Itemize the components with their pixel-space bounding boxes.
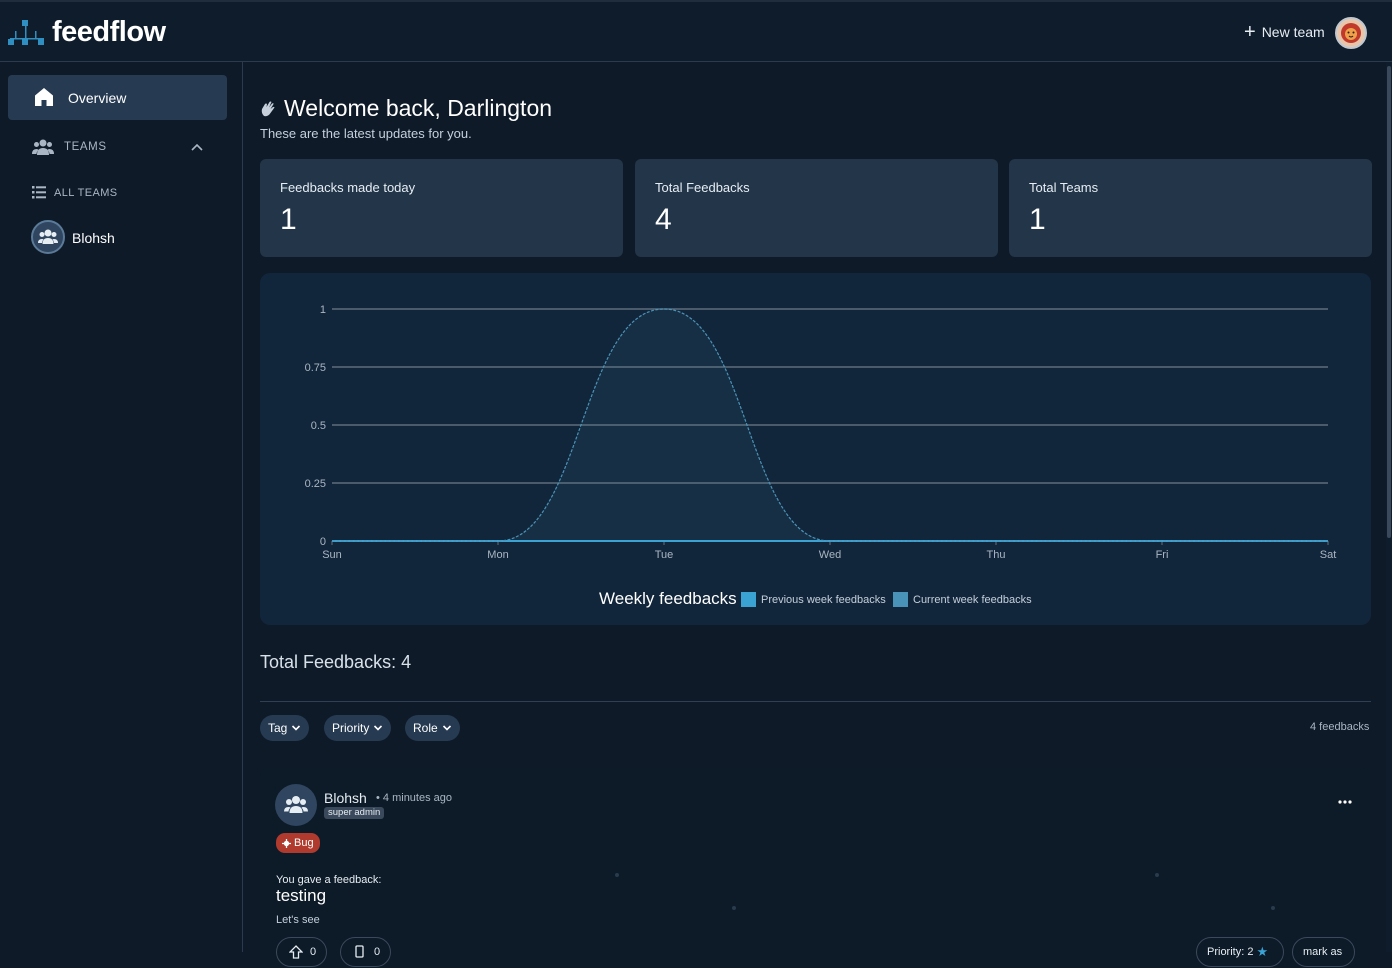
x-tick-label: Fri [1156,549,1169,561]
users-icon [32,138,54,156]
comment-count: 0 [374,946,380,958]
feedbacks-section-title: Total Feedbacks: 4 [260,652,411,673]
stat-value: 1 [280,203,297,237]
list-icon [32,186,46,199]
all-teams-label: ALL TEAMS [54,187,118,199]
upvote-button[interactable]: 0 [276,937,327,967]
chevron-down-icon [442,723,452,733]
scrollbar-thumb[interactable] [1387,66,1391,538]
background-dot [732,906,736,910]
post-team-avatar[interactable] [275,784,317,826]
teams-section-label: TEAMS [64,141,107,153]
stat-value: 1 [1029,203,1046,237]
stat-card-total-feedbacks: Total Feedbacks 4 [635,159,998,257]
x-tick-label: Sun [322,549,342,561]
legend-swatch [741,592,756,607]
x-tick-label: Thu [987,549,1006,561]
post-timestamp: • 4 minutes ago [376,792,452,804]
background-dot [615,873,619,877]
post-body: Let's see [276,914,320,926]
post-title: testing [276,886,326,906]
divider [260,701,1371,702]
upvote-count: 0 [310,946,316,958]
post-author[interactable]: Blohsh [324,790,367,806]
filter-label: Role [413,721,438,735]
stat-value: 4 [655,203,672,237]
x-tick-label: Wed [819,549,841,561]
stat-label: Total Teams [1029,180,1098,195]
background-dot [1271,906,1275,910]
feedbacks-count: 4 feedbacks [1310,721,1369,733]
chevron-up-icon[interactable] [190,140,204,154]
legend-current-week[interactable]: Current week feedbacks [893,592,1032,607]
tag-badge: Bug [276,833,320,853]
sidebar-teams-toggle[interactable]: TEAMS [32,138,212,158]
x-tick-label: Sat [1320,549,1337,561]
legend-label: Previous week feedbacks [761,594,886,606]
mark-as-button[interactable]: mark as [1292,937,1355,967]
team-name: Blohsh [72,230,115,246]
home-icon [34,87,54,107]
new-team-label: New team [1262,24,1325,40]
comment-button[interactable]: 0 [340,937,391,967]
chart-canvas: 0 0.25 0.5 0.75 1 Sun Mon Tue Wed Thu Fri Sat [260,273,1371,625]
feedback-card[interactable]: Blohsh • 4 minutes ago super admin Bug Y… [260,768,1371,968]
star-icon: ★ [1256,944,1268,960]
top-bar: feedflow + New team [0,0,1392,62]
bug-icon [282,839,291,848]
team-avatar [31,220,65,254]
background-dot [1155,873,1159,877]
filter-role-button[interactable]: Role [405,715,460,741]
x-tick-label: Mon [487,549,508,561]
priority-label: Priority: 2 [1207,946,1253,958]
chevron-down-icon [373,723,383,733]
users-icon [275,784,317,826]
app-name: feedflow [52,16,166,49]
chevron-down-icon [291,723,301,733]
y-tick-label: 0.75 [305,362,326,374]
upvote-icon [289,945,303,959]
post-kicker: You gave a feedback: [276,874,381,886]
welcome-header: Welcome back, Darlington [260,95,552,122]
weekly-feedbacks-chart: 0 0.25 0.5 0.75 1 Sun Mon Tue Wed Thu Fri Sat Weekl… [260,273,1371,625]
y-tick-label: 0 [320,536,326,548]
app-logo[interactable]: feedflow [8,16,166,49]
stat-card-feedbacks-today: Feedbacks made today 1 [260,159,623,257]
role-badge: super admin [324,807,384,819]
stat-label: Feedbacks made today [280,180,415,195]
legend-swatch [893,592,908,607]
filter-label: Priority [332,721,369,735]
users-icon [33,222,63,252]
y-tick-label: 1 [320,304,326,316]
x-tick-label: Tue [655,549,674,561]
filter-label: Tag [268,721,287,735]
main-content: Welcome back, Darlington These are the l… [244,62,1386,952]
filter-tag-button[interactable]: Tag [260,715,309,741]
priority-button[interactable]: Priority: 2 ★ [1196,937,1284,967]
sidebar-item-label: Overview [68,90,126,106]
plus-icon: + [1244,24,1256,40]
logo-icon [8,18,48,48]
waving-hand-icon [260,100,276,118]
page-subtitle: These are the latest updates for you. [260,126,472,141]
legend-label: Current week feedbacks [913,594,1032,606]
mark-as-label: mark as [1303,946,1342,958]
page-title: Welcome back, Darlington [284,95,552,122]
comment-icon [353,945,367,959]
stat-card-total-teams: Total Teams 1 [1009,159,1372,257]
legend-previous-week[interactable]: Previous week feedbacks [741,592,886,607]
avatar-lion-icon [1337,19,1365,47]
tag-label: Bug [294,837,314,849]
y-tick-label: 0.25 [305,478,326,490]
sidebar: Overview TEAMS ALL TEAMS [0,62,243,952]
stat-label: Total Feedbacks [655,180,750,195]
chart-title: Weekly feedbacks [599,589,737,609]
new-team-button[interactable]: + New team [1244,24,1325,40]
filter-priority-button[interactable]: Priority [324,715,391,741]
y-tick-label: 0.5 [311,420,326,432]
more-options-icon[interactable] [1338,800,1352,804]
user-avatar[interactable] [1335,17,1367,49]
sidebar-item-overview[interactable]: Overview [8,75,227,120]
